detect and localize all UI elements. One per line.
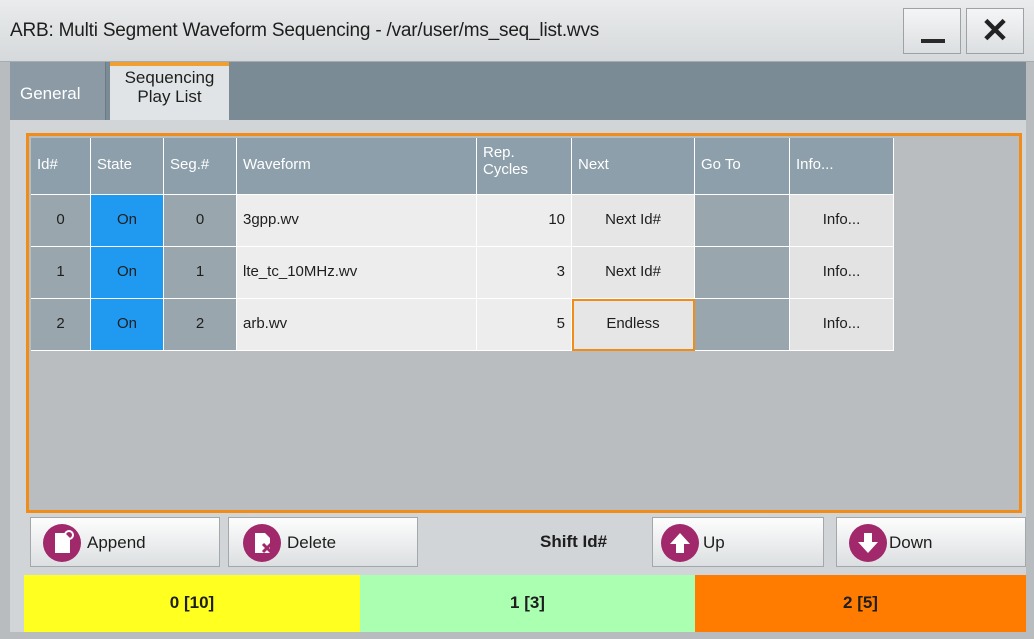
minimize-icon: [921, 39, 945, 43]
header-state: State: [91, 138, 164, 195]
segment-status-2: 2 [5]: [695, 575, 1026, 632]
delete-file-icon: [243, 524, 281, 562]
row-0-seg[interactable]: 0: [164, 195, 237, 247]
shift-down-button[interactable]: Down: [836, 517, 1026, 567]
header-rep-cycles: Rep. Cycles: [477, 138, 572, 195]
sequencing-panel: Id# State Seg.# Waveform Rep. Cycles Nex…: [10, 120, 1026, 632]
close-icon: ✕: [980, 12, 1010, 50]
play-list-table: Id# State Seg.# Waveform Rep. Cycles Nex…: [26, 133, 1022, 513]
close-button[interactable]: ✕: [966, 8, 1024, 54]
row-0-id[interactable]: 0: [31, 195, 91, 247]
tab-sequencing-label: Sequencing Play List: [124, 68, 215, 106]
row-1-info-button[interactable]: Info...: [790, 247, 894, 299]
row-2-waveform[interactable]: arb.wv: [237, 299, 477, 351]
up-label: Up: [703, 533, 725, 552]
row-0-state[interactable]: On: [91, 195, 164, 247]
row-2-id[interactable]: 2: [31, 299, 91, 351]
header-goto: Go To: [695, 138, 790, 195]
append-button[interactable]: Append: [30, 517, 220, 567]
row-1-waveform[interactable]: lte_tc_10MHz.wv: [237, 247, 477, 299]
shift-up-button[interactable]: Up: [652, 517, 824, 567]
tab-general[interactable]: General: [10, 62, 106, 120]
title-bar: ARB: Multi Segment Waveform Sequencing -…: [0, 0, 1034, 62]
header-waveform: Waveform: [237, 138, 477, 195]
row-0-goto[interactable]: [695, 195, 790, 247]
row-2-info-button[interactable]: Info...: [790, 299, 894, 351]
row-2-state[interactable]: On: [91, 299, 164, 351]
row-0-rep-cycles[interactable]: 10: [477, 195, 572, 247]
row-0-next[interactable]: Next Id#: [572, 195, 695, 247]
header-id: Id#: [31, 138, 91, 195]
window-title: ARB: Multi Segment Waveform Sequencing -…: [10, 20, 600, 41]
tab-bar: General Sequencing Play List: [10, 62, 1026, 120]
row-0-info-button[interactable]: Info...: [790, 195, 894, 247]
minimize-button[interactable]: [903, 8, 961, 54]
row-2-seg[interactable]: 2: [164, 299, 237, 351]
delete-label: Delete: [287, 533, 337, 552]
header-info: Info...: [790, 138, 894, 195]
header-seg: Seg.#: [164, 138, 237, 195]
row-1-id[interactable]: 1: [31, 247, 91, 299]
row-1-seg[interactable]: 1: [164, 247, 237, 299]
row-2-goto[interactable]: [695, 299, 790, 351]
row-1-goto[interactable]: [695, 247, 790, 299]
segment-status-1: 1 [3]: [360, 575, 695, 632]
tab-sequencing-play-list[interactable]: Sequencing Play List: [110, 62, 229, 120]
append-file-icon: [43, 524, 81, 562]
down-label: Down: [889, 533, 933, 552]
row-2-next[interactable]: Endless: [572, 299, 695, 351]
row-0-waveform[interactable]: 3gpp.wv: [237, 195, 477, 247]
arb-sequencing-window: ARB: Multi Segment Waveform Sequencing -…: [0, 0, 1034, 639]
arrow-up-icon: [661, 524, 699, 562]
segment-status-0: 0 [10]: [24, 575, 360, 632]
row-1-next[interactable]: Next Id#: [572, 247, 695, 299]
tab-general-label: General: [20, 84, 81, 103]
delete-button[interactable]: Delete: [228, 517, 418, 567]
arrow-down-icon: [849, 524, 887, 562]
row-2-rep-cycles[interactable]: 5: [477, 299, 572, 351]
header-next: Next: [572, 138, 695, 195]
append-label: Append: [87, 533, 146, 552]
shift-id-label: Shift Id#: [540, 532, 608, 551]
row-1-rep-cycles[interactable]: 3: [477, 247, 572, 299]
row-1-state[interactable]: On: [91, 247, 164, 299]
